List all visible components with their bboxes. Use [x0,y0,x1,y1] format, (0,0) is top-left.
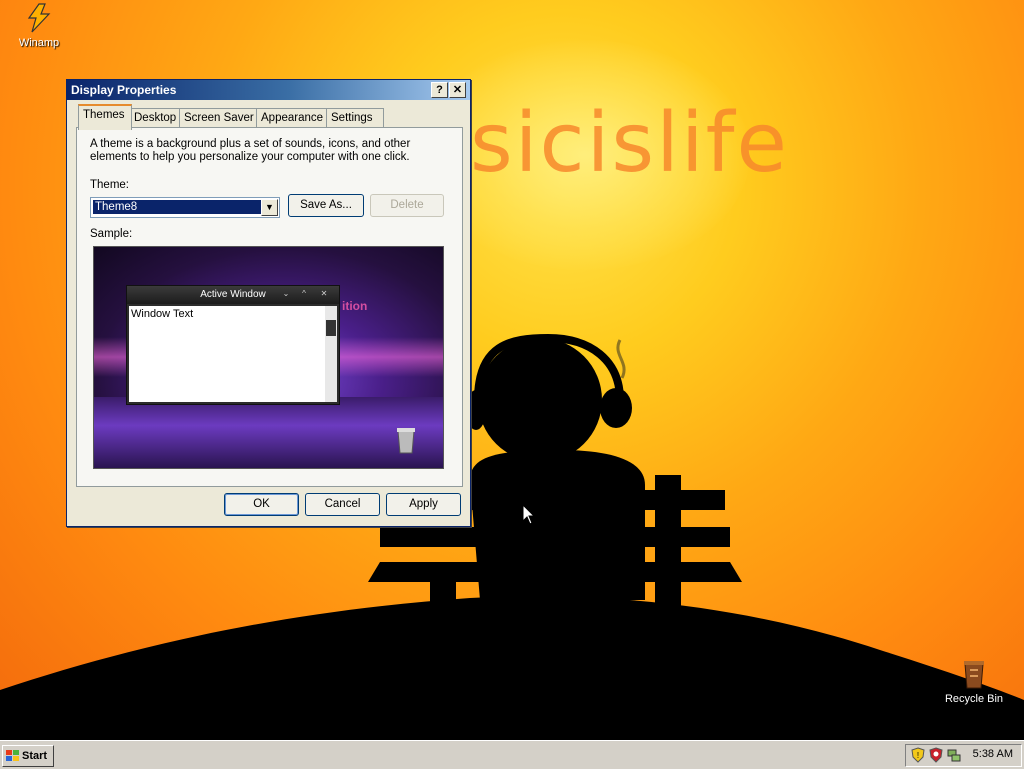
sample-active-window: Active Window ⌄ ^ ✕ Window Text [126,285,340,405]
start-button[interactable]: Start [2,745,54,767]
theme-selected-value: Theme8 [92,199,262,215]
delete-button[interactable]: Delete [370,194,444,217]
system-tray: ! 5:38 AM [905,744,1022,767]
save-as-button[interactable]: Save As... [288,194,364,217]
minimize-icon: ⌄ [282,289,290,298]
mouse-cursor-icon [522,504,536,525]
security-shield-icon[interactable]: ! [910,747,926,763]
tab-appearance[interactable]: Appearance [256,108,330,128]
sample-brand-text: ition [342,299,368,313]
network-icon[interactable] [946,747,962,763]
sample-scroll-thumb [326,320,336,336]
help-button[interactable]: ? [431,82,448,98]
maximize-icon: ^ [302,289,306,298]
close-button[interactable]: ✕ [449,82,466,98]
close-icon: ✕ [320,289,328,298]
sample-window-text: Window Text [129,306,325,402]
recycle-bin-label: Recycle Bin [944,693,1004,705]
antivirus-shield-icon[interactable] [928,747,944,763]
themes-description: A theme is a background plus a set of so… [90,138,411,163]
sample-stage-floor [94,397,443,468]
sample-label: Sample: [90,228,133,240]
winamp-icon [27,3,51,33]
dialog-title: Display Properties [71,83,177,97]
sample-recycle-bin-icon [397,428,415,454]
taskbar: Start ! 5:38 AM [0,740,1024,769]
tab-screen-saver[interactable]: Screen Saver [179,108,259,128]
winamp-label: Winamp [18,37,60,49]
dialog-titlebar[interactable]: Display Properties ? ✕ [67,80,470,100]
theme-sample-preview: ition Active Window ⌄ ^ ✕ Window Text [93,246,444,469]
sample-scrollbar [325,306,337,402]
chevron-down-icon[interactable]: ▼ [261,199,278,216]
tab-desktop[interactable]: Desktop [129,108,181,128]
ok-button[interactable]: OK [224,493,299,516]
recycle-bin-icon [964,661,984,689]
start-label: Start [22,750,48,762]
tab-themes[interactable]: Themes [78,104,132,130]
cancel-button[interactable]: Cancel [305,493,380,516]
apply-button[interactable]: Apply [386,493,461,516]
tab-settings[interactable]: Settings [326,108,384,128]
recycle-bin-desktop-icon[interactable]: Recycle Bin [940,658,1008,705]
winamp-desktop-icon[interactable]: Winamp [14,2,64,49]
svg-text:!: ! [917,751,919,760]
windows-logo-icon [6,750,19,761]
titlebar-background: Display Properties ? ✕ [67,80,470,100]
clock[interactable]: 5:38 AM [973,748,1013,760]
theme-dropdown[interactable]: Theme8 ▼ [90,197,280,218]
theme-label: Theme: [90,179,129,191]
